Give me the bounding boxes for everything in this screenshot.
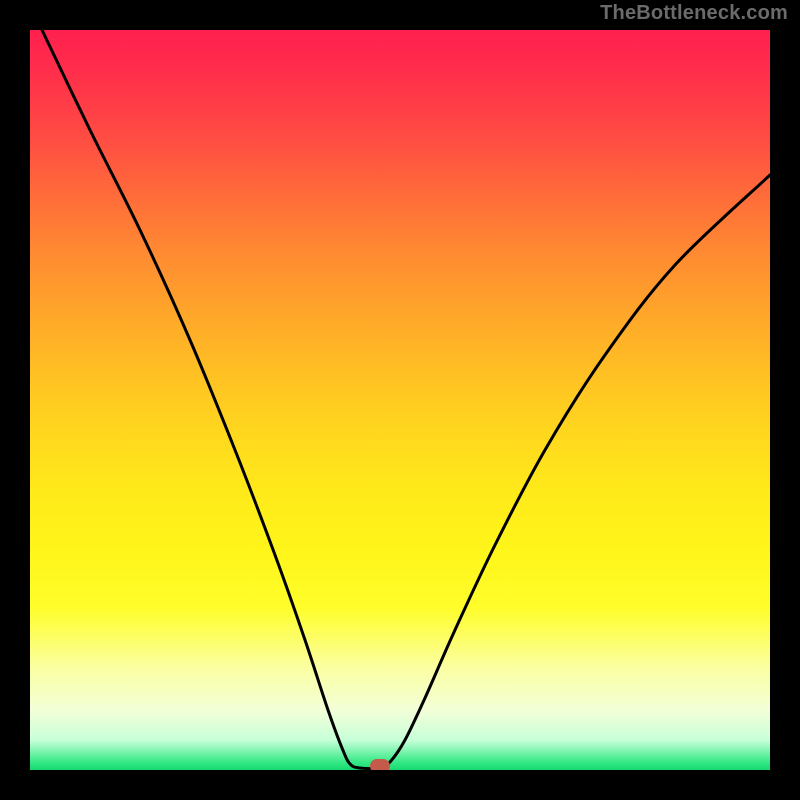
minimum-marker: [370, 759, 390, 770]
chart-frame: TheBottleneck.com: [0, 0, 800, 800]
curve-svg: [30, 30, 770, 770]
plot-area: [30, 30, 770, 770]
bottleneck-curve: [42, 30, 770, 769]
watermark-text: TheBottleneck.com: [600, 2, 788, 25]
